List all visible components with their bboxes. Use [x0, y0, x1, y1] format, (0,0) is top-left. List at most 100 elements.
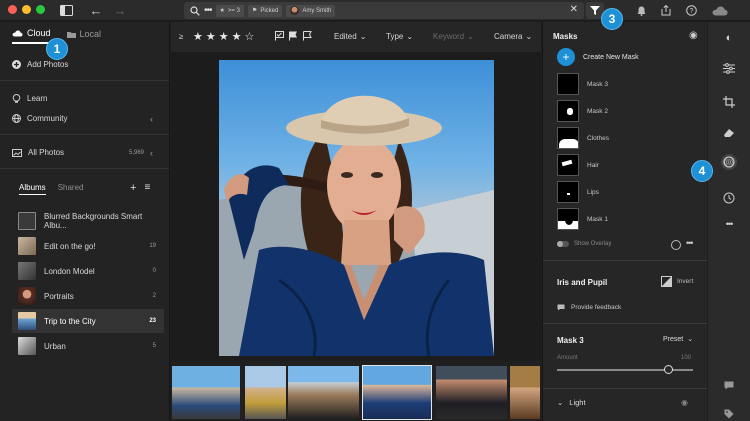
- mask-item[interactable]: Mask 1: [557, 208, 608, 230]
- camera-dropdown[interactable]: Camera ⌄: [494, 32, 532, 41]
- light-section-header[interactable]: ⌄ Light: [557, 398, 586, 407]
- keyword-dropdown[interactable]: Keyword ⌄: [433, 32, 474, 41]
- eye-icon[interactable]: ◉: [681, 398, 688, 407]
- toggle-switch[interactable]: [557, 241, 569, 247]
- forward-arrow-icon[interactable]: →: [112, 3, 128, 18]
- comment-icon[interactable]: [721, 377, 737, 393]
- tab-local[interactable]: Local: [66, 28, 102, 44]
- filter-chip-person[interactable]: Amy Smith: [286, 4, 336, 17]
- invert-label: Invert: [677, 278, 694, 285]
- callout-marker: 4: [691, 160, 713, 182]
- help-icon[interactable]: ?: [684, 3, 698, 18]
- sort-icon[interactable]: ≡: [144, 182, 150, 194]
- filter-toolbar: ≥ ★ ★ ★ ★ ☆ Edited ⌄ Type ⌄ Keyword ⌄ Ca…: [171, 22, 541, 52]
- mask-item[interactable]: Clothes: [557, 127, 609, 149]
- history-icon[interactable]: [721, 190, 737, 206]
- tab-local-label: Local: [79, 29, 102, 39]
- tab-shared[interactable]: Shared: [58, 183, 84, 195]
- more-options-icon[interactable]: •••: [204, 5, 212, 16]
- star-icon[interactable]: ★: [193, 30, 203, 43]
- close-window-button[interactable]: [8, 5, 17, 14]
- mask-name: Hair: [587, 161, 599, 169]
- star-icon[interactable]: ★: [232, 30, 242, 43]
- clear-search-icon[interactable]: ✕: [570, 4, 578, 15]
- add-photos-button[interactable]: Add Photos: [12, 60, 68, 69]
- album-item[interactable]: Portraits 2: [12, 284, 164, 308]
- star-icon[interactable]: ★: [219, 30, 229, 43]
- filmstrip-thumbnail[interactable]: [171, 365, 241, 420]
- album-thumbnail: [18, 237, 36, 255]
- minimize-window-button[interactable]: [22, 5, 31, 14]
- share-icon[interactable]: [659, 3, 673, 18]
- amount-slider-knob[interactable]: [664, 365, 674, 374]
- album-item[interactable]: Blurred Backgrounds Smart Albu...: [12, 209, 164, 233]
- tab-albums[interactable]: Albums: [19, 183, 46, 195]
- filter-chip-rating[interactable]: ★ >= 3: [215, 4, 244, 17]
- chevron-down-icon: ⌄: [557, 398, 564, 407]
- main-photo[interactable]: [219, 60, 494, 356]
- filmstrip-thumbnail[interactable]: [287, 365, 360, 420]
- mask-item[interactable]: Mask 3: [557, 73, 608, 95]
- more-options-icon[interactable]: •••: [686, 238, 694, 248]
- tool-strip: ◐ •••: [708, 22, 750, 421]
- filmstrip-thumbnail-selected[interactable]: [362, 365, 432, 420]
- portrait-image: [219, 95, 494, 356]
- edit-icon[interactable]: ◐: [721, 30, 737, 46]
- search-bar[interactable]: ••• ★ >= 3 ⚑ Picked Amy Smith ✕: [184, 2, 584, 19]
- mask-item[interactable]: Hair: [557, 154, 599, 176]
- sidebar-item-community[interactable]: Community ‹: [12, 114, 162, 124]
- flag-rejected-icon[interactable]: [303, 31, 312, 41]
- filmstrip-thumbnail[interactable]: [244, 365, 287, 420]
- maximize-window-button[interactable]: [36, 5, 45, 14]
- filter-chip-flag[interactable]: ⚑ Picked: [247, 4, 283, 17]
- rating-comparator[interactable]: ≥: [179, 32, 183, 41]
- overlay-color-icon[interactable]: [671, 240, 681, 250]
- create-new-mask-button[interactable]: + Create New Mask: [557, 48, 639, 66]
- bell-icon[interactable]: [634, 3, 648, 18]
- filmstrip-thumbnail[interactable]: [509, 365, 541, 420]
- provide-feedback-link[interactable]: Provide feedback: [557, 304, 621, 311]
- filmstrip-thumbnail[interactable]: [435, 365, 508, 420]
- tag-icon[interactable]: [721, 406, 737, 421]
- add-album-icon[interactable]: +: [130, 182, 136, 194]
- album-count: 19: [149, 243, 156, 249]
- album-item[interactable]: Edit on the go! 19: [12, 234, 164, 258]
- crop-icon[interactable]: [721, 94, 737, 110]
- album-item-selected[interactable]: Trip to the City 23: [12, 309, 164, 333]
- show-overlay-toggle[interactable]: Show Overlay: [557, 241, 611, 247]
- photo-canvas[interactable]: [171, 52, 541, 360]
- flag-unflagged-icon[interactable]: [289, 31, 298, 41]
- lightbulb-icon: [12, 94, 21, 103]
- mask-item[interactable]: Mask 2: [557, 100, 608, 122]
- sidebar-item-all-photos[interactable]: All Photos 5,969 ‹: [12, 148, 162, 158]
- preset-dropdown[interactable]: Preset ⌄: [663, 335, 693, 344]
- feedback-label: Provide feedback: [571, 304, 622, 311]
- chevron-down-icon: ⌄: [406, 32, 414, 41]
- amount-value: 100: [681, 355, 692, 361]
- album-item[interactable]: London Model 0: [12, 259, 164, 283]
- mask-item[interactable]: Lips: [557, 181, 599, 203]
- tab-cloud[interactable]: Cloud: [12, 28, 51, 44]
- speech-bubble-icon: [557, 304, 565, 311]
- invert-button[interactable]: Invert: [661, 276, 693, 287]
- learn-label: Learn: [27, 94, 48, 103]
- masking-icon[interactable]: [721, 154, 737, 170]
- edited-dropdown[interactable]: Edited ⌄: [334, 32, 366, 41]
- eraser-icon[interactable]: [721, 124, 737, 140]
- cloud-sync-icon[interactable]: [710, 3, 730, 18]
- sidebar-toggle-icon[interactable]: [58, 3, 74, 18]
- type-dropdown[interactable]: Type ⌄: [386, 32, 413, 41]
- globe-icon: [12, 114, 21, 123]
- chip-label: Amy Smith: [302, 7, 332, 14]
- album-item[interactable]: Urban 5: [12, 334, 164, 358]
- sidebar-item-learn[interactable]: Learn: [12, 94, 47, 103]
- sliders-icon[interactable]: [721, 60, 737, 76]
- flag-picked-icon[interactable]: [275, 31, 284, 41]
- mask-name: Clothes: [587, 134, 610, 142]
- eye-icon[interactable]: ◉: [689, 30, 698, 41]
- star-icon[interactable]: ★: [206, 30, 216, 43]
- star-outline-icon[interactable]: ☆: [245, 30, 255, 43]
- back-arrow-icon[interactable]: ←: [88, 3, 104, 18]
- more-options-icon[interactable]: •••: [721, 216, 737, 232]
- star-rating-filter[interactable]: ★ ★ ★ ★ ☆: [193, 30, 254, 43]
